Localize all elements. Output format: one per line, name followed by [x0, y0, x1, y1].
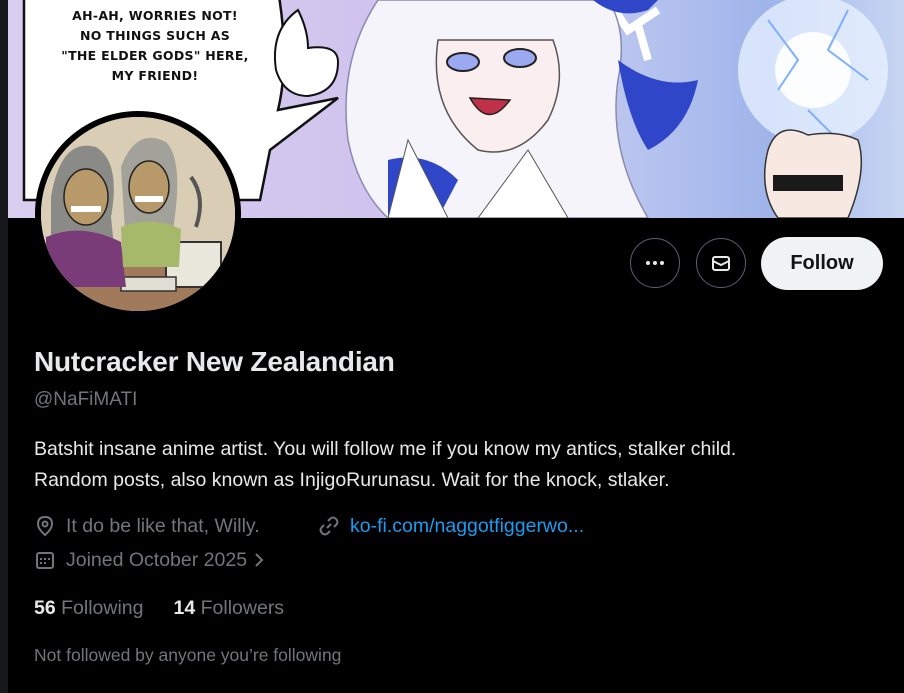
website[interactable]: ko-fi.com/naggotfiggerwo... — [318, 512, 584, 540]
join-date-text: Joined October 2025 — [66, 548, 248, 571]
avatar-illustration — [41, 117, 235, 311]
website-link[interactable]: ko-fi.com/naggotfiggerwo... — [350, 515, 584, 538]
chevron-right-icon — [253, 551, 265, 569]
bio: Batshit insane anime artist. You will fo… — [34, 434, 894, 496]
following-count: 56 — [34, 597, 56, 619]
message-button[interactable] — [696, 238, 746, 288]
speech-line: MY FRIEND! — [111, 68, 199, 83]
join-date[interactable]: Joined October 2025 — [34, 546, 265, 574]
envelope-icon — [712, 256, 730, 271]
followers-count: 14 — [173, 597, 196, 619]
bio-line: Batshit insane anime artist. You will fo… — [34, 438, 737, 460]
calendar-icon — [34, 549, 56, 571]
location-pin-icon — [34, 515, 56, 537]
followers-stat[interactable]: 14 Followers — [174, 597, 285, 620]
more-horizontal-icon — [646, 261, 664, 265]
display-name: Nutcracker New Zealandian — [34, 346, 395, 377]
following-stat[interactable]: 56 Following — [34, 597, 144, 620]
speech-bubble-text: AH-AH, WORRIES NOT! NO THINGS SUCH AS "T… — [30, 6, 280, 86]
more-options-button[interactable] — [630, 238, 680, 288]
bio-line: Random posts, also known as InjigoRuruna… — [34, 469, 670, 491]
window-edge — [0, 0, 8, 693]
location: It do be like that, Willy. — [34, 512, 260, 540]
location-text: It do be like that, Willy. — [66, 514, 260, 537]
follow-stats: 56 Following 14 Followers — [34, 597, 284, 620]
speech-line: AH-AH, WORRIES NOT! — [72, 8, 238, 23]
avatar-image — [41, 117, 235, 311]
link-icon — [318, 515, 340, 537]
follow-button[interactable]: Follow — [761, 237, 883, 290]
user-handle: @NaFiMATI — [34, 389, 138, 410]
following-label: Following — [61, 597, 144, 619]
avatar[interactable] — [35, 111, 241, 317]
speech-line: NO THINGS SUCH AS — [79, 28, 231, 43]
followers-label: Followers — [200, 597, 285, 619]
speech-line: "THE ELDER GODS" HERE, — [61, 48, 249, 63]
mutuals-note: Not followed by anyone you’re following — [34, 645, 342, 665]
